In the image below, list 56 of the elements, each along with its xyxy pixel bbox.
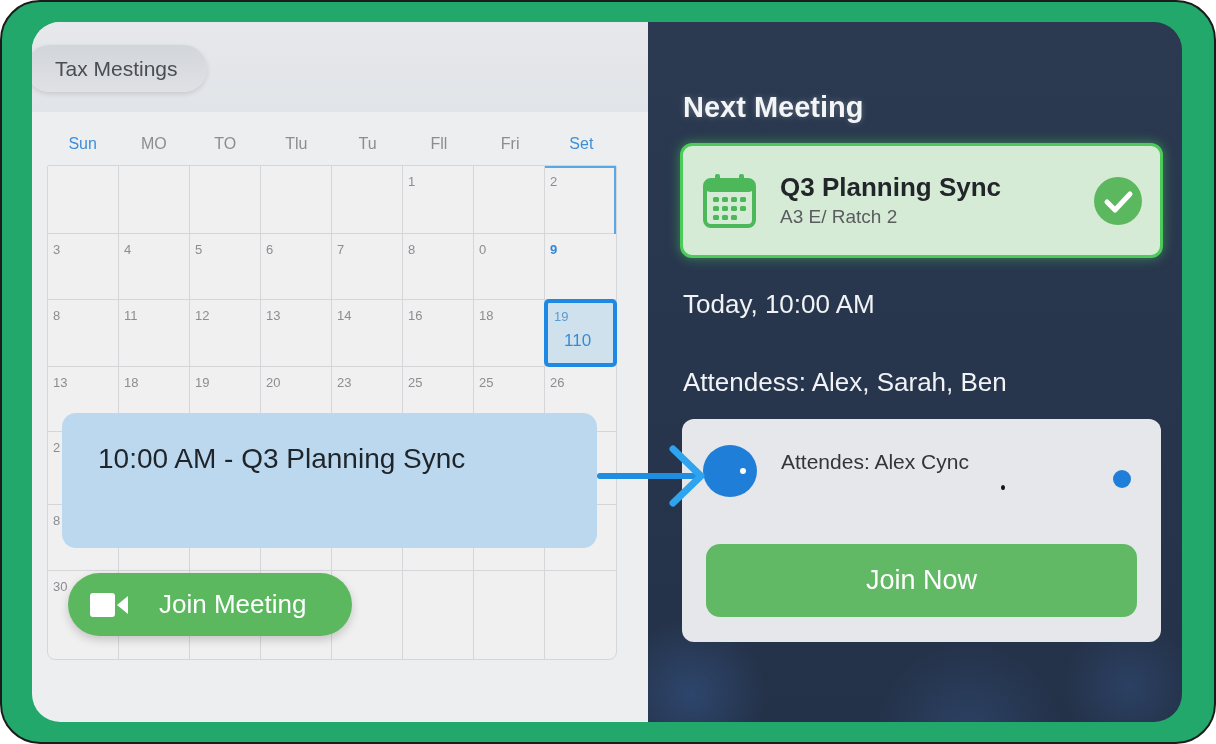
video-camera-icon [90, 591, 128, 618]
day-number[interactable]: 1 [408, 174, 416, 189]
day-number[interactable]: 19 [554, 309, 569, 324]
day-number[interactable]: 2 [550, 174, 558, 189]
day-outline[interactable]: 2 [545, 166, 616, 234]
dot-icon [1001, 485, 1005, 490]
weekday-label: Sun [67, 134, 98, 154]
day-number[interactable]: 18 [124, 375, 139, 390]
calendar-icon [703, 173, 756, 228]
day-number[interactable]: 7 [337, 242, 345, 257]
day-number[interactable]: 8 [53, 513, 61, 528]
weekday-label: MO [140, 134, 168, 154]
day-number[interactable]: 18 [479, 308, 494, 323]
day-number[interactable]: 25 [408, 375, 423, 390]
day-number[interactable]: 14 [337, 308, 352, 323]
day-note: 110 [564, 331, 592, 351]
weekday-label: Tu [357, 134, 378, 154]
day-number[interactable]: 26 [550, 375, 565, 390]
day-number[interactable]: 23 [337, 375, 352, 390]
day-number[interactable]: 8 [53, 308, 61, 323]
meeting-subtitle: A3 E/ Ratch 2 [780, 205, 898, 229]
day-number[interactable]: 8 [408, 242, 416, 257]
join-meeting-button[interactable]: Join Meeting [68, 573, 352, 636]
day-number[interactable]: 4 [124, 242, 132, 257]
attendees-list: Attendess: Alex, Sarah, Ben [683, 366, 1007, 398]
weekday-label: TO [213, 134, 238, 154]
day-number[interactable]: 25 [479, 375, 494, 390]
day-number[interactable]: 11 [124, 308, 138, 323]
day-number[interactable]: 30 [53, 579, 68, 594]
day-number[interactable]: 3 [53, 242, 61, 257]
day-number[interactable]: 19 [195, 375, 210, 390]
join-now-button[interactable]: Join Now [706, 544, 1137, 617]
meeting-time: Today, 10:00 AM [683, 288, 875, 320]
day-number[interactable]: 16 [408, 308, 423, 323]
section-heading: Next Meeting [683, 90, 864, 125]
day-number[interactable]: 5 [195, 242, 203, 257]
day-number[interactable]: 0 [479, 242, 487, 257]
weekday-label: Set [568, 134, 595, 154]
avatar-icon [703, 445, 757, 497]
day-number[interactable]: 20 [266, 375, 281, 390]
calendar-title: Tax Mestings [32, 45, 207, 92]
day-number[interactable]: 12 [195, 308, 210, 323]
weekday-label: Fri [499, 134, 521, 154]
meeting-title: Q3 Planning Sync [780, 172, 1002, 202]
weekday-label: Fll [429, 134, 449, 154]
status-dot-icon [1113, 470, 1131, 488]
day-number[interactable]: 9 [550, 242, 558, 257]
day-highlight[interactable]: 19 110 [544, 299, 617, 367]
event-card[interactable]: 10:00 AM - Q3 Planning Sync [62, 413, 597, 548]
meeting-card[interactable]: Q3 Planning Sync A3 E/ Ratch 2 [680, 143, 1163, 258]
attendee-name: Attendes: Alex Cync [781, 449, 969, 475]
day-number[interactable]: 6 [266, 242, 274, 257]
day-number[interactable]: 13 [53, 375, 68, 390]
weekday-label: Tlu [284, 134, 309, 154]
day-number[interactable]: 2 [53, 440, 61, 455]
day-number[interactable]: 13 [266, 308, 281, 323]
